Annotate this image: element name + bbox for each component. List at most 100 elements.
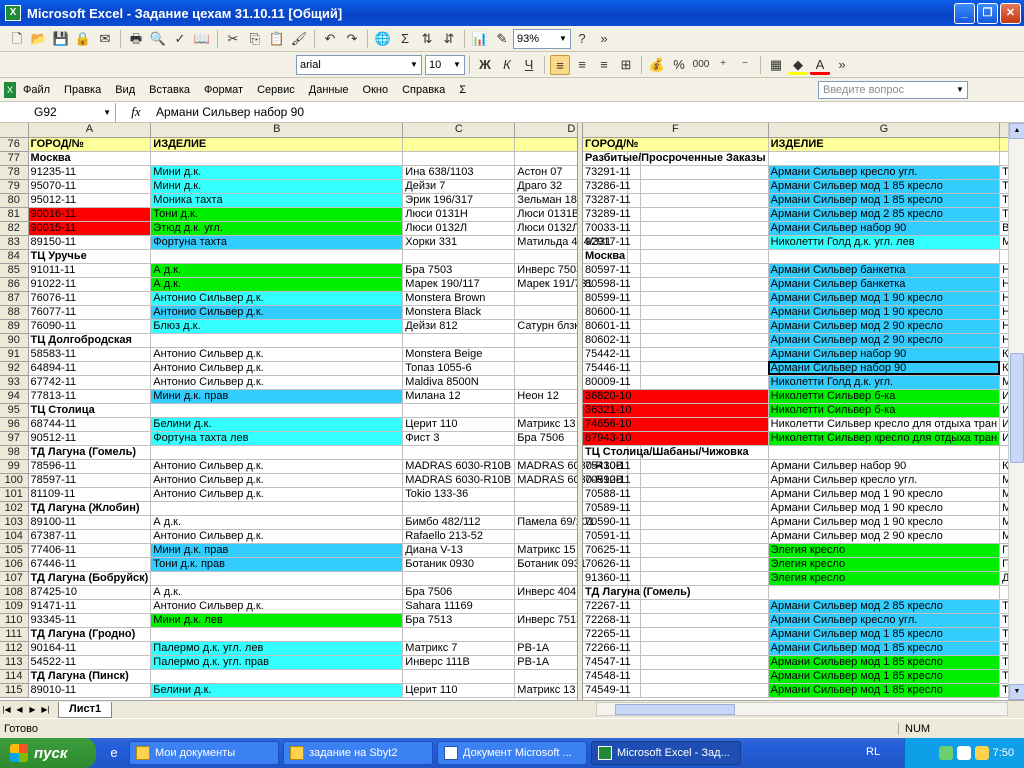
autosum-icon[interactable]: Σ xyxy=(395,29,415,49)
first-sheet-icon[interactable]: |◀ xyxy=(0,705,13,714)
cell[interactable]: Тони д.к. прав xyxy=(150,557,404,572)
decrease-decimal-icon[interactable]: ⁻ xyxy=(735,55,755,75)
cell[interactable] xyxy=(999,585,1008,600)
cell[interactable]: Николетти Голд д.к. угл. лев xyxy=(768,235,1001,250)
row-header[interactable]: 86 xyxy=(0,277,29,292)
cell[interactable]: Николетти Голд д.к. угл. xyxy=(768,375,1001,390)
cell[interactable]: 95070-11 xyxy=(28,179,152,194)
cell[interactable]: 90164-11 xyxy=(28,641,152,656)
cell[interactable]: 87425-10 xyxy=(28,585,152,600)
cell[interactable]: 75442-11 xyxy=(583,347,769,362)
cell[interactable]: MADRAS 6030-R10B xyxy=(402,459,516,474)
cell[interactable]: Бимбо 482/112 xyxy=(402,515,516,530)
row-header[interactable]: 105 xyxy=(0,543,29,558)
prev-sheet-icon[interactable]: ◀ xyxy=(13,705,26,714)
toolbar-options-icon[interactable]: » xyxy=(594,29,614,49)
percent-button[interactable]: % xyxy=(669,55,689,75)
cell[interactable]: Антонио Сильвер д.к. xyxy=(150,459,404,474)
row-header[interactable]: 76 xyxy=(0,137,29,152)
row-header[interactable]: 114 xyxy=(0,669,29,684)
cell[interactable]: Неон 128 xyxy=(999,333,1008,348)
cell[interactable]: Мини д.к. прав xyxy=(150,389,404,404)
cell[interactable]: Этюд д.к. угл. xyxy=(150,221,404,236)
save-icon[interactable]: 💾 xyxy=(51,29,71,49)
cell[interactable]: 70033-11 xyxy=(583,221,769,236)
cell[interactable] xyxy=(402,137,516,152)
paste-icon[interactable]: 📋 xyxy=(267,29,287,49)
row-header[interactable]: 91 xyxy=(0,347,29,362)
cell[interactable] xyxy=(150,669,404,684)
taskbar-button-active[interactable]: Microsoft Excel - Зад... xyxy=(591,741,741,765)
row-header[interactable]: 95 xyxy=(0,403,29,418)
cell[interactable]: Николетти Сильвер б-ка xyxy=(768,389,1001,404)
row-header[interactable]: 112 xyxy=(0,641,29,656)
cell[interactable]: 78596-11 xyxy=(28,459,152,474)
security-icon[interactable] xyxy=(956,746,971,760)
cell[interactable]: 76076-11 xyxy=(28,291,152,306)
cell[interactable]: Антонио Сильвер д.к. xyxy=(150,473,404,488)
sheet-tab[interactable]: Лист1 xyxy=(58,701,113,718)
cell[interactable]: Turino 2202 xyxy=(999,669,1008,684)
language-indicator[interactable]: RL xyxy=(866,746,880,758)
cell[interactable]: А д.к. xyxy=(150,263,404,278)
cell[interactable]: Топаз 1055-6 xyxy=(402,361,516,376)
cell[interactable]: Кристал 824А xyxy=(999,361,1008,376)
cell[interactable]: ИЗДЕЛИЕ xyxy=(768,137,1001,152)
cell[interactable]: 89010-11 xyxy=(28,683,152,698)
row-header[interactable]: 100 xyxy=(0,473,29,488)
cell[interactable]: Tokio 133-36 xyxy=(402,487,516,502)
menu-help[interactable]: Справка xyxy=(395,84,452,96)
cell[interactable]: 91360-11 xyxy=(583,571,769,586)
cell[interactable] xyxy=(150,445,404,460)
cell[interactable]: Армани Сильвер мод 2 90 кресло xyxy=(768,333,1001,348)
cell[interactable]: Неон 128 xyxy=(999,305,1008,320)
cell[interactable]: 75430-11 xyxy=(583,459,769,474)
open-icon[interactable]: 📂 xyxy=(29,29,49,49)
cell[interactable]: 91471-11 xyxy=(28,599,152,614)
cell[interactable] xyxy=(768,445,1001,460)
zoom-select[interactable]: 93% ▼ xyxy=(513,28,571,49)
cell[interactable]: ТД Лагуна (Жлобин) xyxy=(28,501,152,516)
row-header[interactable]: 113 xyxy=(0,655,29,670)
row-header[interactable]: 102 xyxy=(0,501,29,516)
cell[interactable]: Turino 2202 xyxy=(999,655,1008,670)
cell[interactable]: Rafaello 213-52 xyxy=(402,529,516,544)
ie-icon[interactable]: e xyxy=(104,743,124,763)
drawing-icon[interactable]: ✎ xyxy=(492,29,512,49)
cell[interactable]: ТД Лагуна (Гомель) xyxy=(583,585,769,600)
cell[interactable]: 70590-11 xyxy=(583,515,769,530)
cell[interactable]: Армани Сильвер мод 1 90 кресло xyxy=(768,501,1001,516)
row-header[interactable]: 110 xyxy=(0,613,29,628)
cell[interactable]: 74549-11 xyxy=(583,683,769,698)
cell[interactable]: Фортуна тахта лев xyxy=(150,431,404,446)
cell[interactable]: Моника тахта xyxy=(150,193,404,208)
cell[interactable] xyxy=(768,151,1001,166)
cell[interactable] xyxy=(150,571,404,586)
cell[interactable]: Эрик 196/317 xyxy=(402,193,516,208)
row-header[interactable]: 98 xyxy=(0,445,29,460)
cell[interactable]: ГОРОД/№ xyxy=(28,137,152,152)
cell[interactable]: Инверс 111В xyxy=(999,431,1008,446)
align-right-icon[interactable]: ≡ xyxy=(594,55,614,75)
cut-icon[interactable]: ✂ xyxy=(223,29,243,49)
cell[interactable]: 70589-11 xyxy=(583,501,769,516)
menu-format[interactable]: Формат xyxy=(197,84,250,96)
cell[interactable]: Армани Сильвер мод 1 90 кресло xyxy=(768,305,1001,320)
align-center-icon[interactable]: ≡ xyxy=(572,55,592,75)
cell[interactable] xyxy=(150,501,404,516)
cell[interactable]: Элегия кресло xyxy=(768,543,1001,558)
cell[interactable]: Инверс 111В xyxy=(402,655,516,670)
chart-wizard-icon[interactable]: 📊 xyxy=(470,29,490,49)
cell[interactable]: Tokio 144-32 xyxy=(999,613,1008,628)
cell[interactable]: Ботаник 0930 xyxy=(402,557,516,572)
spelling-icon[interactable]: ✓ xyxy=(170,29,190,49)
taskbar-button[interactable]: Мои документы xyxy=(129,741,279,765)
network-icon[interactable] xyxy=(938,746,953,760)
cell[interactable]: Армани Сильвер набор 90 xyxy=(768,361,1001,376)
row-header[interactable]: 111 xyxy=(0,627,29,642)
column-header[interactable]: G xyxy=(768,123,1001,138)
cell[interactable]: 78597-11 xyxy=(28,473,152,488)
cell[interactable]: Армани Сильвер мод 1 85 кресло xyxy=(768,641,1001,656)
cell[interactable]: Monstera Black xyxy=(402,305,516,320)
column-header[interactable]: C xyxy=(402,123,516,138)
